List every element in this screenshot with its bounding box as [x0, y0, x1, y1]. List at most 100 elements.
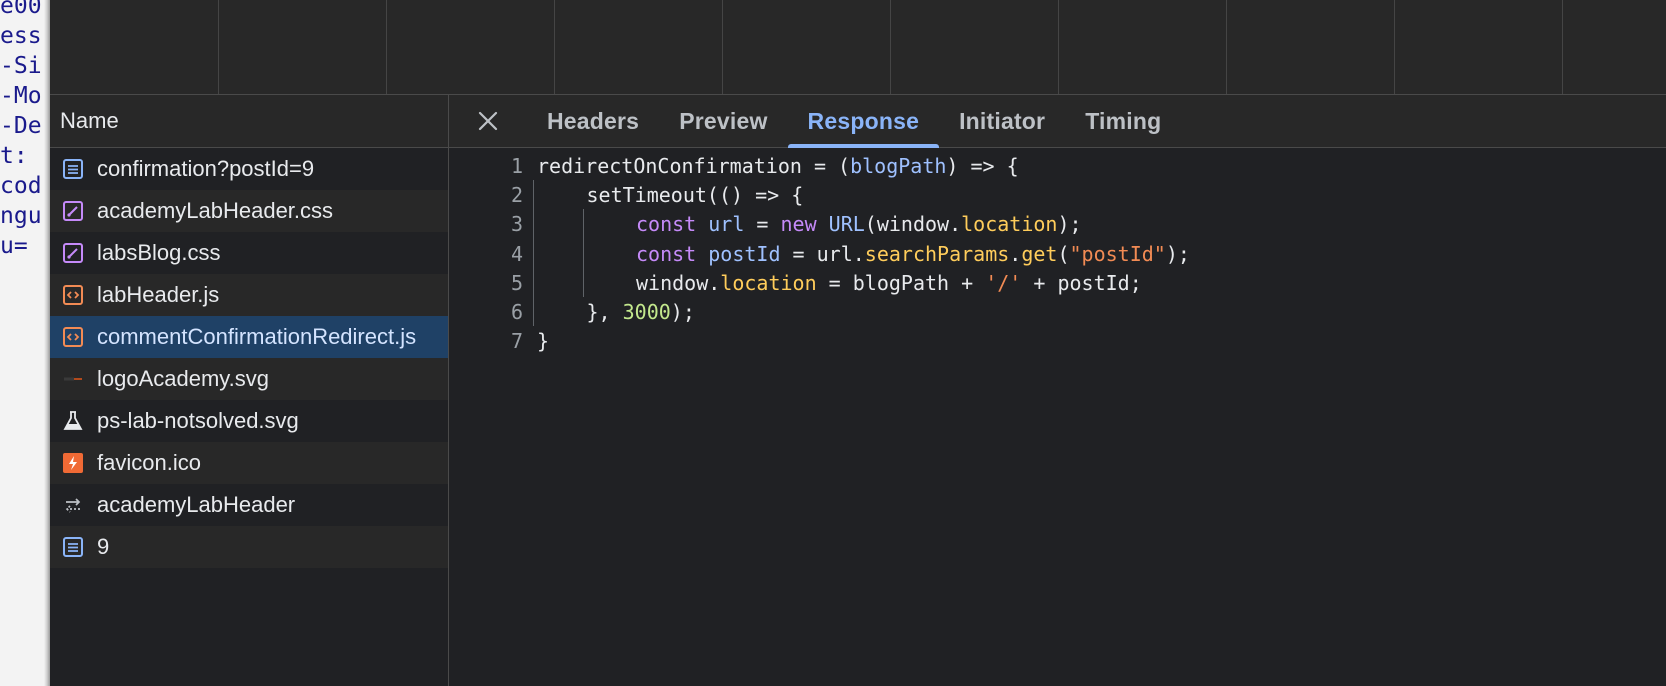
line-number: 4: [510, 241, 523, 266]
code-token: postId: [708, 241, 781, 266]
code-token: '/': [985, 270, 1022, 295]
request-name: commentConfirmationRedirect.js: [97, 324, 417, 349]
tab-initiator[interactable]: Initiator: [939, 95, 1065, 147]
background-page-strip: e00 ess -Si -Mo -De t: cod ngu u=: [0, 0, 50, 686]
code-text: setTimeout(() => {: [587, 180, 804, 211]
request-name: logoAcademy.svg: [97, 366, 270, 391]
code-token: const: [636, 212, 709, 237]
code-token: new: [780, 212, 829, 237]
code-line: 7}: [449, 326, 1666, 357]
flask-icon: [62, 410, 84, 432]
timeline-gridline: [890, 0, 891, 94]
code-line: 1 redirectOnConfirmation = (blogPath) => …: [449, 151, 1666, 182]
request-detail-panel: Headers Preview Response Initiator Timing 1r…: [449, 95, 1666, 686]
request-row[interactable]: commentConfirmationRedirect.js: [50, 316, 448, 358]
background-text-line: e00: [0, 0, 42, 19]
request-row[interactable]: labHeader.js: [50, 274, 448, 316]
code-token: );: [1165, 241, 1190, 266]
line-number: 3: [510, 212, 523, 237]
stylesheet-icon: [62, 242, 84, 264]
waterfall-timeline[interactable]: [50, 0, 1666, 95]
code-token: window.: [636, 270, 721, 295]
code-token: (window.: [864, 212, 962, 237]
background-text-line: ngu: [0, 203, 42, 229]
code-token: = blogPath +: [816, 270, 986, 295]
timeline-gridline: [218, 0, 219, 94]
background-text-line: cod: [0, 173, 42, 199]
code-token: location: [961, 212, 1058, 237]
timeline-gridline: [1394, 0, 1395, 94]
code-line: 5 window.location = blogPath + '/' + post…: [449, 268, 1666, 299]
code-token: + postId;: [1021, 270, 1142, 295]
code-line: 4 const postId = url.searchParams.get("po…: [449, 239, 1666, 270]
request-name: academyLabHeader: [97, 492, 296, 517]
code-token: setTimeout(() => {: [586, 183, 804, 208]
code-token: =: [744, 212, 781, 237]
document-icon: [62, 158, 84, 180]
background-text-line: -Si: [0, 53, 42, 79]
code-token: },: [586, 300, 623, 324]
request-name: favicon.ico: [97, 450, 201, 475]
code-text: const postId = url.searchParams.get("pos…: [636, 239, 1190, 270]
response-code-view[interactable]: 1 redirectOnConfirmation = (blogPath) => …: [449, 148, 1666, 686]
code-token: url: [708, 212, 745, 237]
timeline-gridline: [386, 0, 387, 94]
line-number: 7: [510, 329, 523, 354]
name-column-label: Name: [60, 108, 119, 133]
name-column-header[interactable]: Name: [50, 95, 448, 148]
close-button[interactable]: [449, 95, 527, 147]
timeline-gridline: [554, 0, 555, 94]
request-row[interactable]: academyLabHeader: [50, 484, 448, 526]
timeline-gridline: [1562, 0, 1563, 94]
request-row[interactable]: academyLabHeader.css: [50, 190, 448, 232]
request-row[interactable]: logoAcademy.svg: [50, 358, 448, 400]
request-row[interactable]: 9: [50, 526, 448, 568]
script-icon: [62, 326, 84, 348]
code-text: }, 3000);: [587, 297, 695, 328]
code-text: window.location = blogPath + '/' + postI…: [636, 268, 1142, 299]
image-icon: [62, 368, 84, 390]
tab-response[interactable]: Response: [787, 95, 940, 148]
websocket-icon: [62, 494, 84, 516]
timeline-gridline: [1226, 0, 1227, 94]
code-token: (: [1057, 241, 1070, 266]
code-token: ) => {: [946, 154, 1019, 178]
code-text: const url = new URL(window.location);: [636, 209, 1082, 240]
code-token: blogPath: [850, 154, 947, 178]
code-token: );: [1057, 212, 1082, 237]
indent-guide: [583, 209, 584, 297]
code-token: }: [537, 329, 550, 354]
line-number: 6: [510, 300, 523, 324]
code-token: get: [1021, 241, 1058, 266]
timeline-gridline: [1058, 0, 1059, 94]
code-line: 6 }, 3000);: [449, 297, 1666, 328]
code-token: redirectOnConfirmation = (: [537, 154, 851, 178]
code-token: );: [670, 300, 695, 324]
tab-timing[interactable]: Timing: [1065, 95, 1181, 147]
code-line: 2 setTimeout(() => {: [449, 180, 1666, 211]
request-list-panel: Name confirmation?postId=9 academyLabHead…: [50, 95, 449, 686]
background-text-line: -Mo: [0, 83, 42, 109]
request-row[interactable]: ps-lab-notsolved.svg: [50, 400, 448, 442]
background-text-line: ess: [0, 23, 42, 49]
tab-headers[interactable]: Headers: [527, 95, 659, 147]
request-row[interactable]: confirmation?postId=9: [50, 148, 448, 190]
line-number: 1: [510, 154, 523, 178]
timeline-gridline: [722, 0, 723, 94]
code-token: URL: [828, 212, 865, 237]
request-list: confirmation?postId=9 academyLabHeader.cs…: [50, 148, 448, 568]
line-number: 5: [510, 270, 523, 295]
script-icon: [62, 284, 84, 306]
request-name: 9: [97, 534, 110, 559]
code-line: 3 const url = new URL(window.location);: [449, 209, 1666, 240]
tab-preview[interactable]: Preview: [659, 95, 787, 147]
request-row[interactable]: favicon.ico: [50, 442, 448, 484]
background-text-line: -De: [0, 113, 42, 139]
document-icon: [62, 536, 84, 558]
background-text-line: u=: [0, 233, 28, 259]
code-token: location: [720, 270, 817, 295]
request-name: confirmation?postId=9: [97, 156, 315, 181]
background-text-line: t:: [0, 143, 28, 169]
indent-guide: [533, 180, 534, 327]
request-row[interactable]: labsBlog.css: [50, 232, 448, 274]
